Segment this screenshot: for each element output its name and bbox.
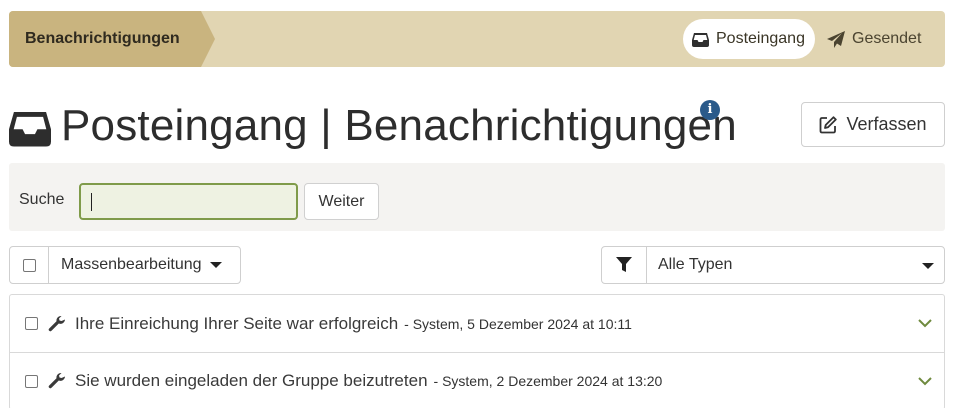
breadcrumb[interactable]: Benachrichtigungen xyxy=(9,11,223,67)
filter-icon xyxy=(616,257,632,272)
bulk-edit-dropdown[interactable]: Massenbearbeitung xyxy=(49,247,222,283)
info-icon[interactable]: i xyxy=(700,100,720,120)
tab-inbox-label: Posteingang xyxy=(716,30,805,47)
inbox-icon xyxy=(691,30,709,48)
caret-down-icon xyxy=(209,262,222,268)
page-title: Posteingang | Benachrichtigungen xyxy=(61,101,737,150)
message-checkbox[interactable] xyxy=(25,317,38,330)
tab-sent-label: Gesendet xyxy=(852,30,922,47)
search-submit-button[interactable]: Weiter xyxy=(304,183,379,220)
search-panel: Suche Weiter xyxy=(9,163,945,231)
paper-plane-icon xyxy=(827,30,845,48)
type-filter: Alle Typen xyxy=(601,246,945,284)
compose-button[interactable]: Verfassen xyxy=(801,102,945,147)
message-meta: - System, 5 Dezember 2024 at 10:11 xyxy=(404,315,632,332)
inbox-icon xyxy=(9,105,51,147)
message-row[interactable]: Ihre Einreichung Ihrer Seite war erfolgr… xyxy=(10,295,944,352)
bulk-edit-label: Massenbearbeitung xyxy=(61,256,202,273)
filter-button[interactable] xyxy=(602,247,647,283)
search-label: Suche xyxy=(19,191,65,208)
message-row[interactable]: Sie wurden eingeladen der Gruppe beizutr… xyxy=(10,352,944,408)
breadcrumb-label: Benachrichtigungen xyxy=(25,30,180,47)
edit-icon xyxy=(819,115,838,134)
search-input[interactable] xyxy=(79,183,298,220)
select-all-checkbox[interactable] xyxy=(22,258,36,272)
tab-inbox[interactable]: Posteingang xyxy=(683,19,815,59)
message-list: Ihre Einreichung Ihrer Seite war erfolgr… xyxy=(9,294,945,408)
message-meta: - System, 2 Dezember 2024 at 13:20 xyxy=(433,373,663,389)
compose-button-label: Verfassen xyxy=(846,114,927,134)
text-cursor xyxy=(91,193,92,211)
select-all-cell xyxy=(10,247,49,283)
caret-down-icon xyxy=(922,263,934,269)
tab-sent[interactable]: Gesendet xyxy=(821,19,939,59)
chevron-down-icon[interactable] xyxy=(918,374,932,388)
message-subject[interactable]: Ihre Einreichung Ihrer Seite war erfolgr… xyxy=(75,314,398,334)
page-heading: Posteingang | Benachrichtigungen xyxy=(9,98,737,154)
type-select-value: Alle Typen xyxy=(658,256,733,273)
top-navigation-bar: Benachrichtigungen Posteingang Gesendet xyxy=(9,11,945,67)
message-checkbox[interactable] xyxy=(25,374,38,388)
type-select[interactable]: Alle Typen xyxy=(647,247,944,283)
wrench-icon xyxy=(48,315,66,333)
message-subject[interactable]: Sie wurden eingeladen der Gruppe beizutr… xyxy=(75,371,428,391)
wrench-icon xyxy=(48,372,66,390)
bulk-actions: Massenbearbeitung xyxy=(9,246,241,284)
chevron-down-icon[interactable] xyxy=(918,316,932,330)
